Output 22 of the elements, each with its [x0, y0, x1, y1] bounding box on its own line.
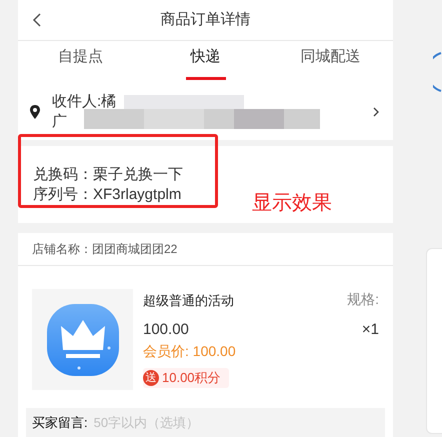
page-title: 商品订单详情 — [160, 10, 250, 30]
quantity-text: ×1 — [362, 320, 379, 340]
gift-badge: 送 — [143, 370, 159, 386]
member-price: 会员价: 100.00 — [143, 342, 237, 362]
recipient-text: 收件人:橘 — [52, 92, 116, 112]
message-label: 买家留言: — [32, 414, 88, 432]
delivery-tab[interactable]: 同城配送 — [268, 40, 393, 85]
store-name: 店铺名称：团团商城团团22 — [32, 241, 178, 258]
product-price: 100.00 — [143, 320, 189, 340]
delivery-tab[interactable]: 快递 — [143, 40, 268, 85]
chevron-right-icon[interactable] — [373, 107, 379, 118]
annotation-text: 显示效果 — [252, 190, 332, 214]
redeem-info-text: 兑换码：栗子兑换一下 — [33, 164, 183, 184]
product-name: 超级普通的活动 — [143, 292, 234, 310]
spec-label: 规格: — [347, 290, 379, 310]
delivery-tab[interactable]: 自提点 — [18, 40, 143, 85]
location-pin-icon — [30, 105, 40, 120]
back-icon[interactable] — [32, 12, 41, 27]
address-text: 广 — [52, 112, 68, 132]
circle-arc-icon — [433, 52, 442, 92]
redeem-info-text: 序列号：XF3rlaygtplm — [33, 184, 182, 204]
points-text: 10.00积分 — [162, 369, 221, 388]
